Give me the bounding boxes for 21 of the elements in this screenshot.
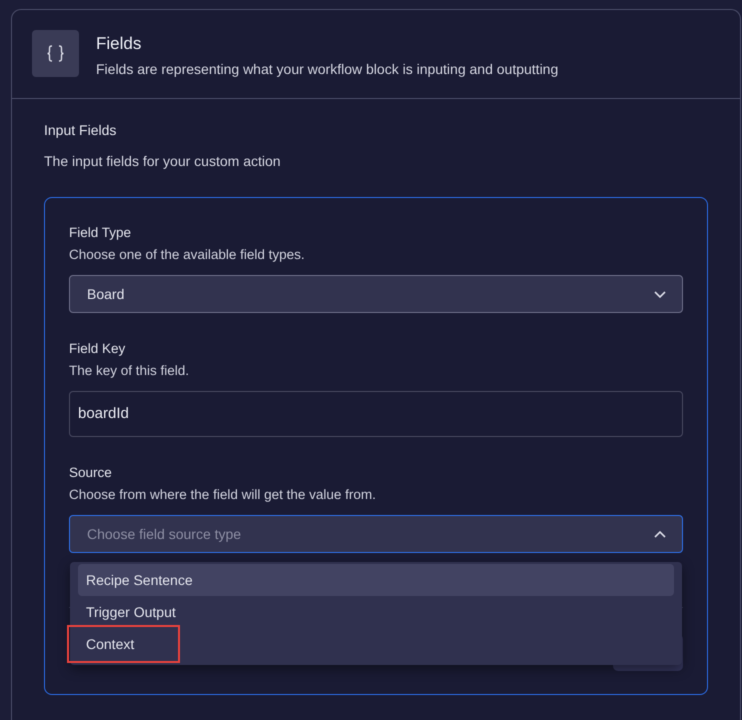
field-label: Field Key bbox=[69, 340, 126, 358]
field-description: The key of this field. bbox=[69, 362, 190, 380]
dropdown-option[interactable]: Context bbox=[78, 628, 674, 660]
field-label: Field Type bbox=[69, 224, 132, 242]
braces-icon bbox=[32, 30, 79, 77]
panel-title: Fields bbox=[96, 33, 142, 55]
panel-subtitle: Fields are representing what your workflow block is inputing and outputting bbox=[96, 60, 558, 79]
select-placeholder: Choose field source type bbox=[87, 524, 242, 544]
chevron-down-icon bbox=[654, 290, 666, 298]
select-field[interactable]: Choose field source type bbox=[69, 515, 683, 553]
field-label: Source bbox=[69, 464, 113, 482]
field-description: Choose one of the available field types. bbox=[69, 246, 306, 264]
chevron-up-icon bbox=[654, 530, 666, 538]
dropdown-option[interactable]: Recipe Sentence bbox=[78, 564, 674, 596]
dropdown-option[interactable]: Trigger Output bbox=[78, 596, 674, 628]
select-value: Board bbox=[87, 284, 124, 304]
select-field[interactable]: Board bbox=[69, 275, 683, 313]
field-description: Choose from where the field will get the value from. bbox=[69, 486, 377, 504]
section-title: Input Fields bbox=[44, 121, 118, 140]
section-description: The input fields for your custom action bbox=[44, 152, 282, 171]
text-input[interactable]: boardId bbox=[69, 391, 683, 437]
